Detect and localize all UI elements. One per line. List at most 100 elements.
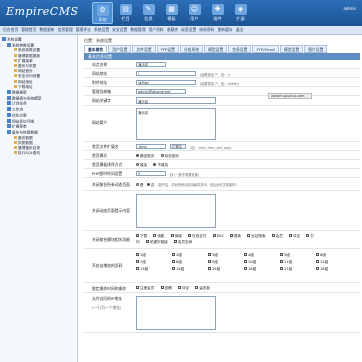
group-checkbox[interactable]: 8组 — [172, 260, 208, 265]
tab-ftp-email[interactable]: FTP/Email — [252, 45, 279, 53]
tab-group[interactable]: 分组系统 — [179, 45, 204, 53]
subnav-item[interactable]: 管理评论 — [76, 27, 91, 33]
group-checkbox[interactable]: 4组 — [244, 253, 280, 258]
file-icon — [14, 140, 17, 144]
subnav-item[interactable]: 信息管理 — [58, 27, 73, 33]
settings-tabs: 基本属性 用户设置 文件设置 FTP设置 分组系统 模型设置 信息设置 FTP/… — [84, 45, 328, 53]
subnav-item[interactable]: 数据管理 — [130, 27, 145, 33]
module-pay-checkbox[interactable]: 在线支付 — [188, 234, 206, 238]
description-row: 网站简介 演示站 — [84, 106, 360, 142]
sidebar-item[interactable]: 执行SQL语句 — [2, 151, 75, 156]
index-ext-input[interactable]: .html — [136, 144, 166, 149]
time-comment-checkbox[interactable]: 评论 — [177, 286, 189, 290]
module-search-checkbox[interactable]: 搜索 — [229, 234, 241, 238]
sort-no-increase-radio[interactable]: 不增加 — [153, 162, 168, 167]
time-register-checkbox[interactable]: 注册会员 — [136, 286, 154, 290]
topnav-column[interactable]: ▤ 栏目 — [115, 2, 136, 24]
folder-icon — [7, 124, 11, 129]
tab-info[interactable]: 信息设置 — [228, 45, 252, 53]
module-keyword-link-checkbox[interactable]: 关键字链接 — [145, 239, 168, 244]
tab-model[interactable]: 模型设置 — [204, 45, 228, 53]
main-content: 位置：系统设置 基本属性 用户设置 文件设置 FTP设置 分组系统 模型设置 信… — [80, 35, 362, 362]
sub-navigation: 后台首页 管理首页 数据更新 信息管理 管理评论 系统设置 安全设置 数据管理 … — [0, 26, 362, 35]
subnav-item[interactable]: 系统设置 — [94, 27, 109, 33]
gear-icon: ⚙ — [96, 5, 109, 16]
subnav-item[interactable]: 后台首页 — [3, 27, 18, 33]
topnav-user[interactable]: ☺ 用户 — [184, 2, 205, 24]
subnav-item[interactable]: 更新缓存 — [217, 27, 232, 33]
close-no-radio[interactable]: 否 — [146, 183, 154, 187]
group-checkbox[interactable]: 15组 — [208, 267, 244, 272]
module-shop-checkbox[interactable]: 商城 — [170, 234, 182, 238]
top-navigation: ⚙ 系统 ▤ 栏目 ✎ 信息 ▦ 模板 ☺ 用户 ✚ 插件 ◈ 扩展 — [92, 2, 251, 24]
subnav-item[interactable]: 安全设置 — [112, 27, 127, 33]
topnav-template[interactable]: ▦ 模板 — [161, 2, 182, 24]
module-download-checkbox[interactable]: 下载 — [136, 234, 147, 238]
site-url-input[interactable]: / — [136, 71, 196, 76]
subnav-item[interactable]: 标签设置 — [181, 27, 196, 33]
group-checkbox[interactable]: 17组 — [280, 267, 316, 272]
file-icon — [14, 79, 17, 83]
group-checkbox[interactable]: 14组 — [172, 267, 208, 272]
topnav-plugin[interactable]: ✚ 插件 — [207, 2, 228, 24]
description-textarea[interactable]: 演示站 — [136, 108, 216, 140]
topnav-extend[interactable]: ◈ 扩展 — [230, 2, 251, 24]
ext-select[interactable]: 扩展名 — [170, 144, 186, 149]
file-icon — [14, 64, 17, 68]
attachment-url-row: 附件地址 /d/file/ (结尾需加"/"，如：/d/file/) — [84, 78, 360, 87]
group-checkbox[interactable]: 18组 — [316, 267, 352, 272]
group-checkbox[interactable]: 9组 — [208, 260, 244, 265]
tab-ftp[interactable]: FTP设置 — [156, 45, 179, 53]
module-movie-checkbox[interactable]: 电影 — [153, 234, 165, 238]
module-member-checkbox[interactable]: 会员 — [271, 234, 283, 238]
group-checkbox[interactable]: 13组 — [136, 267, 172, 272]
breadcrumb: 位置：系统设置 — [84, 38, 112, 43]
subnav-item[interactable]: 管理首页 — [21, 27, 36, 33]
dynamic-index-radio[interactable]: 动态首页 — [160, 153, 179, 158]
close-time-row: 限定操作时间的操作 注册会员 投稿 评论 留言板 — [84, 283, 360, 293]
group-checkbox[interactable]: 10组 — [244, 260, 280, 265]
group-checkbox[interactable]: 5组 — [280, 253, 316, 258]
admin-email-input[interactable]: admin@phome.net — [136, 89, 186, 94]
sort-increase-radio[interactable]: 增加 — [136, 162, 147, 167]
tab-image[interactable]: 图片设置 — [304, 45, 328, 53]
subnav-item[interactable]: 修改密码 — [199, 27, 214, 33]
time-submit-checkbox[interactable]: 投稿 — [160, 286, 172, 290]
tab-file[interactable]: 文件设置 — [132, 45, 156, 53]
subnav-item[interactable]: 收藏夹 — [167, 27, 178, 33]
topnav-info[interactable]: ✎ 信息 — [138, 2, 159, 24]
user-link[interactable]: admin — [343, 6, 356, 11]
allow-ips-textarea[interactable] — [136, 296, 216, 330]
folder-icon — [7, 129, 11, 134]
tab-model-2[interactable]: 模型设置 — [280, 45, 304, 53]
group-checkbox[interactable]: 1组 — [136, 253, 172, 258]
topnav-system[interactable]: ⚙ 系统 — [92, 2, 113, 24]
group-checkbox[interactable]: 2组 — [172, 253, 208, 258]
group-checkbox[interactable]: 16组 — [244, 267, 280, 272]
subnav-item[interactable]: 数据更新 — [39, 27, 54, 33]
group-checkbox[interactable]: 6组 — [316, 253, 352, 258]
group-checkbox[interactable]: 11组 — [280, 260, 316, 265]
tab-basic[interactable]: 基本属性 — [84, 45, 108, 53]
close-yes-radio[interactable]: 是 — [136, 183, 144, 187]
keywords-textarea[interactable]: 演示站 — [136, 97, 216, 104]
group-checkbox[interactable]: 3组 — [208, 253, 244, 258]
template-icon: ▦ — [165, 4, 178, 15]
module-rss-checkbox[interactable]: RSS — [212, 234, 224, 238]
watermark-tooltip: www.hupuduo.com — [268, 93, 312, 99]
module-member-space-checkbox[interactable]: 会员空间 — [173, 239, 192, 244]
module-fullsearch-checkbox[interactable]: 全站搜索 — [247, 234, 266, 238]
static-index-radio[interactable]: 静态首页 — [136, 153, 154, 158]
time-guestbook-checkbox[interactable]: 留言板 — [195, 286, 210, 290]
group-checkbox[interactable]: 12组 — [316, 260, 352, 265]
group-checkbox[interactable]: 7组 — [136, 260, 172, 265]
subnav-item[interactable]: 退出 — [236, 27, 244, 33]
subnav-item[interactable]: 用户资料 — [149, 27, 164, 33]
folder-icon — [7, 95, 11, 100]
php-timeout-input[interactable]: 0 — [136, 171, 166, 176]
module-comment-checkbox[interactable]: 评论 — [289, 234, 300, 238]
tab-user[interactable]: 用户设置 — [108, 45, 132, 53]
close-tip-textarea[interactable] — [136, 194, 216, 228]
site-name-input[interactable]: 演示站 — [136, 62, 166, 67]
attachment-url-input[interactable]: /d/file/ — [136, 80, 196, 85]
